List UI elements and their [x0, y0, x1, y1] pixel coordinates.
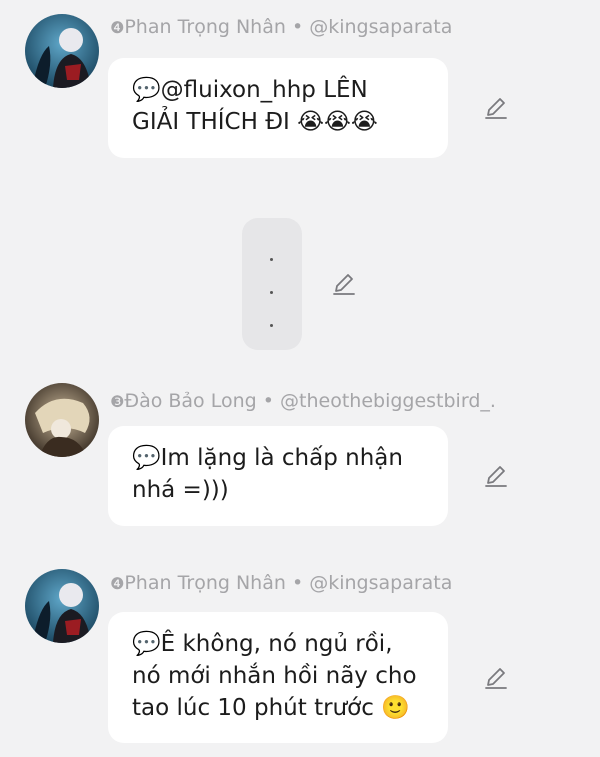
author-handle[interactable]: @kingsaparata [309, 16, 452, 38]
pencil-edit-icon[interactable] [482, 462, 510, 490]
message-text-line: 💬@fluixon_hhp LÊN [132, 77, 368, 103]
author-name[interactable]: Phan Trọng Nhân [124, 16, 286, 38]
author-name[interactable]: Đào Bảo Long [124, 390, 256, 412]
vertical-ellipsis-icon [270, 258, 273, 261]
message-meta: ❹Phan Trọng Nhân • @kingsaparata [110, 572, 452, 594]
message-bubble[interactable]: 💬Im lặng là chấp nhận nhá =))) [108, 426, 448, 526]
message-text-line: 💬Im lặng là chấp nhận [132, 445, 403, 471]
message-meta: ❸Đào Bảo Long • @theothebiggestbird_. [110, 390, 496, 412]
pencil-edit-icon[interactable] [330, 270, 358, 298]
message-text-line: 💬Ê không, nó ngủ rồi, [132, 631, 393, 657]
vertical-ellipsis-icon [270, 324, 273, 327]
message-text-line: nhá =))) [132, 477, 229, 503]
message-meta: ❹Phan Trọng Nhân • @kingsaparata [110, 16, 452, 38]
pencil-edit-icon[interactable] [482, 94, 510, 122]
avatar[interactable] [25, 569, 99, 643]
message-bubble[interactable]: 💬Ê không, nó ngủ rồi, nó mới nhắn hồi nã… [108, 612, 448, 743]
message-text-line: tao lúc 10 phút trước 🙂 [132, 695, 410, 721]
collapsed-messages-button[interactable] [242, 218, 302, 350]
message-text-line: nó mới nhắn hồi nãy cho [132, 663, 417, 689]
avatar[interactable] [25, 383, 99, 457]
vertical-ellipsis-icon [270, 291, 273, 294]
author-handle[interactable]: @theothebiggestbird_. [280, 390, 496, 412]
meta-separator: • [262, 390, 274, 412]
author-name[interactable]: Phan Trọng Nhân [124, 572, 286, 594]
avatar[interactable] [25, 14, 99, 88]
message-text-line: GIẢI THÍCH ĐI 😭😭😭 [132, 109, 378, 135]
meta-separator: • [291, 572, 304, 594]
pencil-edit-icon[interactable] [482, 664, 510, 692]
level-badge-icon: ❹ [110, 18, 125, 37]
author-handle[interactable]: @kingsaparata [309, 572, 452, 594]
level-badge-icon: ❸ [110, 392, 125, 411]
level-badge-icon: ❹ [110, 574, 125, 593]
message-bubble[interactable]: 💬@fluixon_hhp LÊN GIẢI THÍCH ĐI 😭😭😭 [108, 58, 448, 158]
meta-separator: • [291, 16, 304, 38]
